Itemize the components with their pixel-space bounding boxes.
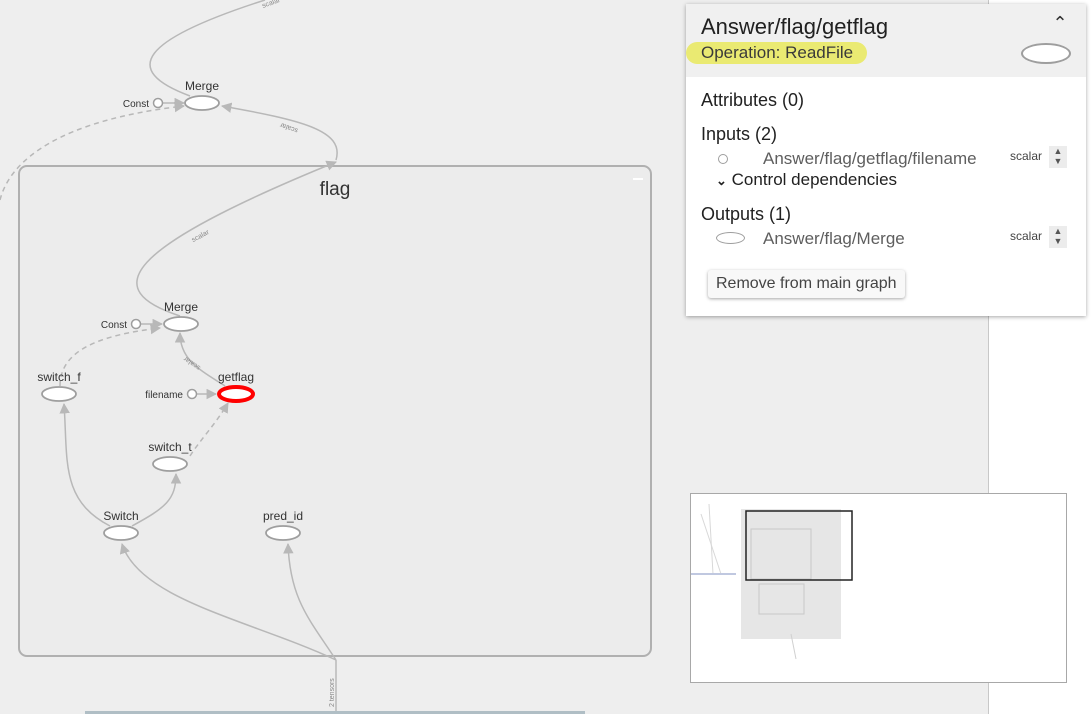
input-item-type: scalar — [1010, 149, 1043, 163]
remove-from-main-graph-button[interactable]: Remove from main graph — [708, 270, 905, 298]
input-item-name[interactable]: Answer/flag/getflag/filename — [763, 149, 977, 169]
flag-group-label: flag — [320, 179, 351, 200]
input-circle-icon — [718, 154, 728, 164]
output-item-type: scalar — [1010, 229, 1043, 243]
const-outer-node[interactable] — [152, 97, 164, 109]
output-ellipse-icon — [716, 232, 745, 244]
info-card-header: Answer/flag/getflag Operation: ReadFile … — [686, 4, 1086, 77]
switch-f-node[interactable] — [41, 386, 77, 402]
merge-inner-label: Merge — [164, 300, 198, 314]
node-shape-icon — [1021, 43, 1071, 64]
getflag-label: getflag — [218, 370, 254, 384]
inputs-heading: Inputs (2) — [701, 124, 778, 144]
chevron-down-icon: ⌄ — [716, 173, 727, 188]
collapse-chevron-up-icon[interactable]: ⌃ — [1048, 10, 1072, 34]
control-dependencies-toggle[interactable]: ⌄ Control dependencies — [716, 170, 897, 190]
filename-label: filename — [145, 390, 183, 401]
switch-t-label: switch_t — [148, 440, 192, 454]
input-expand-stepper-icon[interactable]: ▲ ▼ — [1049, 146, 1067, 168]
group-collapse-button[interactable] — [633, 178, 643, 180]
switch-f-label: switch_f — [37, 370, 81, 384]
edge-label-tensors: 2 tensors — [329, 678, 336, 707]
flag-group-box[interactable] — [18, 165, 652, 657]
graph-minimap[interactable] — [690, 493, 1067, 683]
outputs-heading: Outputs (1) — [701, 204, 792, 224]
getflag-node[interactable] — [217, 385, 255, 403]
const-outer-label: Const — [123, 99, 149, 110]
node-title: Answer/flag/getflag — [701, 14, 889, 39]
merge-outer-label: Merge — [185, 79, 219, 93]
pred-id-label: pred_id — [263, 509, 303, 523]
pred-id-node[interactable] — [265, 525, 301, 541]
output-item-name[interactable]: Answer/flag/Merge — [763, 229, 905, 249]
control-dependencies-label: Control dependencies — [731, 170, 898, 189]
attributes-heading: Attributes (0) — [701, 90, 805, 110]
switch-label: Switch — [103, 509, 138, 523]
edge-flag-to-merge — [220, 102, 338, 161]
edge-label-top: scalar — [261, 0, 282, 10]
output-expand-stepper-icon[interactable]: ▲ ▼ — [1049, 226, 1067, 248]
minimap-svg[interactable] — [691, 494, 1068, 684]
filename-node[interactable] — [186, 388, 198, 400]
operation-highlight: Operation: ReadFile — [686, 42, 868, 64]
switch-node[interactable] — [103, 525, 139, 541]
merge-inner-node[interactable] — [163, 316, 199, 332]
const-inner-node[interactable] — [130, 318, 142, 330]
node-info-card: Answer/flag/getflag Operation: ReadFile … — [686, 4, 1086, 316]
merge-outer-node[interactable] — [184, 95, 220, 111]
operation-label: Operation: ReadFile — [701, 43, 854, 62]
switch-t-node[interactable] — [152, 456, 188, 472]
const-inner-label: Const — [101, 320, 127, 331]
